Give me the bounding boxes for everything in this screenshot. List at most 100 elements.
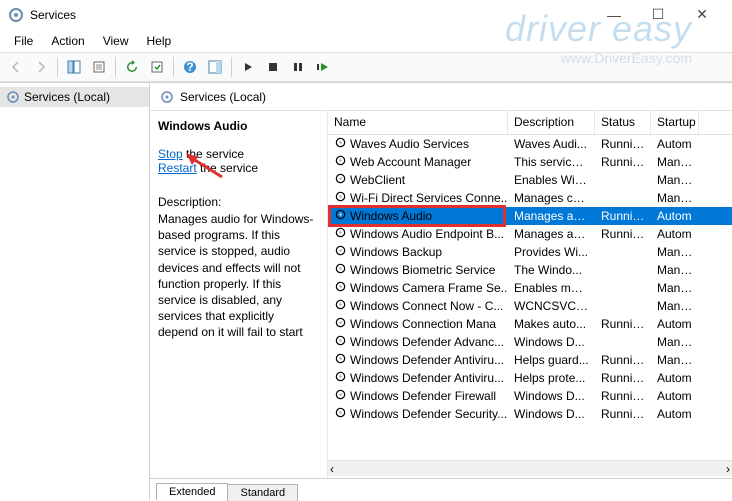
forward-button[interactable]: [29, 55, 53, 79]
gear-icon: [334, 172, 347, 188]
tab-extended[interactable]: Extended: [156, 483, 228, 500]
service-row[interactable]: Wi-Fi Direct Services Conne...Manages co…: [328, 189, 732, 207]
service-row[interactable]: Windows AudioManages au...RunningAutom: [328, 207, 732, 225]
cell-startup: Manua: [651, 352, 699, 368]
help-button[interactable]: ?: [178, 55, 202, 79]
service-row[interactable]: Windows Defender Antiviru...Helps prote.…: [328, 369, 732, 387]
cell-name: Windows Defender Security...: [328, 405, 508, 423]
action-pane-button[interactable]: [203, 55, 227, 79]
cell-description: Windows D...: [508, 388, 595, 404]
cell-status: Running: [595, 406, 651, 422]
service-row[interactable]: Windows Defender FirewallWindows D...Run…: [328, 387, 732, 405]
cell-startup: Autom: [651, 208, 699, 224]
detail-pane: Windows Audio Stop the service Restart t…: [150, 111, 328, 478]
list-body[interactable]: Waves Audio ServicesWaves Audi...Running…: [328, 135, 732, 460]
gear-icon: [334, 226, 347, 242]
service-row[interactable]: Windows Defender Advanc...Windows D...Ma…: [328, 333, 732, 351]
cell-startup: Autom: [651, 406, 699, 422]
cell-name: Wi-Fi Direct Services Conne...: [328, 189, 508, 207]
cell-status: Running: [595, 388, 651, 404]
tree-item-label: Services (Local): [24, 90, 110, 104]
restart-link[interactable]: Restart: [158, 161, 197, 175]
cell-name: Windows Audio: [328, 207, 508, 225]
cell-description: Waves Audi...: [508, 136, 595, 152]
main-header: Services (Local): [150, 83, 732, 111]
maximize-button[interactable]: ☐: [636, 1, 680, 29]
cell-description: Enables mul...: [508, 280, 595, 296]
cell-startup: Manua: [651, 262, 699, 278]
cell-status: Running: [595, 136, 651, 152]
list-header: Name Description Status Startup: [328, 111, 732, 135]
cell-startup: Manua: [651, 244, 699, 260]
column-startup[interactable]: Startup: [651, 111, 699, 134]
selected-service-name: Windows Audio: [158, 119, 317, 133]
service-row[interactable]: Windows Connection ManaMakes auto...Runn…: [328, 315, 732, 333]
column-name[interactable]: Name: [328, 111, 508, 134]
cell-startup: Manua: [651, 172, 699, 188]
cell-description: Windows D...: [508, 406, 595, 422]
menu-view[interactable]: View: [95, 32, 137, 50]
service-row[interactable]: Windows Camera Frame Se...Enables mul...…: [328, 279, 732, 297]
cell-description: Manages co...: [508, 190, 595, 206]
gear-icon: [334, 154, 347, 170]
start-service-button[interactable]: [236, 55, 260, 79]
service-row[interactable]: Waves Audio ServicesWaves Audi...Running…: [328, 135, 732, 153]
cell-startup: Autom: [651, 136, 699, 152]
gear-icon: [334, 316, 347, 332]
gear-icon: [334, 334, 347, 350]
cell-name: Web Account Manager: [328, 153, 508, 171]
back-button[interactable]: [4, 55, 28, 79]
tab-standard[interactable]: Standard: [227, 484, 298, 501]
service-row[interactable]: Windows Connect Now - C...WCNCSVC ...Man…: [328, 297, 732, 315]
menu-help[interactable]: Help: [139, 32, 180, 50]
menu-action[interactable]: Action: [43, 32, 92, 50]
service-row[interactable]: Windows BackupProvides Wi...Manua: [328, 243, 732, 261]
restart-service-button[interactable]: [311, 55, 335, 79]
cell-description: Enables Win...: [508, 172, 595, 188]
refresh-button[interactable]: [120, 55, 144, 79]
cell-description: Manages au...: [508, 208, 595, 224]
pause-service-button[interactable]: [286, 55, 310, 79]
tree-item-services-local[interactable]: Services (Local): [0, 87, 149, 107]
gear-icon: [334, 280, 347, 296]
service-row[interactable]: Windows Audio Endpoint B...Manages au...…: [328, 225, 732, 243]
properties-button[interactable]: [87, 55, 111, 79]
cell-status: [595, 269, 651, 271]
cell-name: Windows Defender Firewall: [328, 387, 508, 405]
cell-startup: Manua: [651, 190, 699, 206]
cell-status: Running: [595, 370, 651, 386]
service-row[interactable]: Windows Defender Security...Windows D...…: [328, 405, 732, 423]
service-row[interactable]: Windows Defender Antiviru...Helps guard.…: [328, 351, 732, 369]
close-button[interactable]: ✕: [680, 1, 724, 29]
service-row[interactable]: Windows Biometric ServiceThe Windo...Man…: [328, 261, 732, 279]
service-row[interactable]: Web Account ManagerThis service ...Runni…: [328, 153, 732, 171]
minimize-button[interactable]: —: [592, 1, 636, 29]
gear-icon: [160, 90, 174, 104]
separator: [115, 57, 116, 77]
tree-pane: Services (Local): [0, 83, 150, 500]
stop-service-button[interactable]: [261, 55, 285, 79]
cell-status: [595, 341, 651, 343]
menu-bar: File Action View Help: [0, 30, 732, 52]
menu-file[interactable]: File: [6, 32, 41, 50]
column-status[interactable]: Status: [595, 111, 651, 134]
gear-icon: [334, 406, 347, 422]
toolbar: ?: [0, 52, 732, 82]
export-button[interactable]: [145, 55, 169, 79]
gear-icon: [6, 90, 20, 104]
cell-status: [595, 197, 651, 199]
column-description[interactable]: Description: [508, 111, 595, 134]
show-hide-tree-button[interactable]: [62, 55, 86, 79]
cell-description: Makes auto...: [508, 316, 595, 332]
gear-icon: [334, 352, 347, 368]
description-label: Description:: [158, 195, 317, 209]
gear-icon: [334, 190, 347, 206]
cell-status: [595, 305, 651, 307]
horizontal-scrollbar[interactable]: ‹›: [328, 460, 732, 476]
cell-status: Running: [595, 316, 651, 332]
cell-startup: Autom: [651, 388, 699, 404]
separator: [231, 57, 232, 77]
stop-link[interactable]: Stop: [158, 147, 183, 161]
tab-strip: Extended Standard: [150, 478, 732, 500]
service-row[interactable]: WebClientEnables Win...Manua: [328, 171, 732, 189]
